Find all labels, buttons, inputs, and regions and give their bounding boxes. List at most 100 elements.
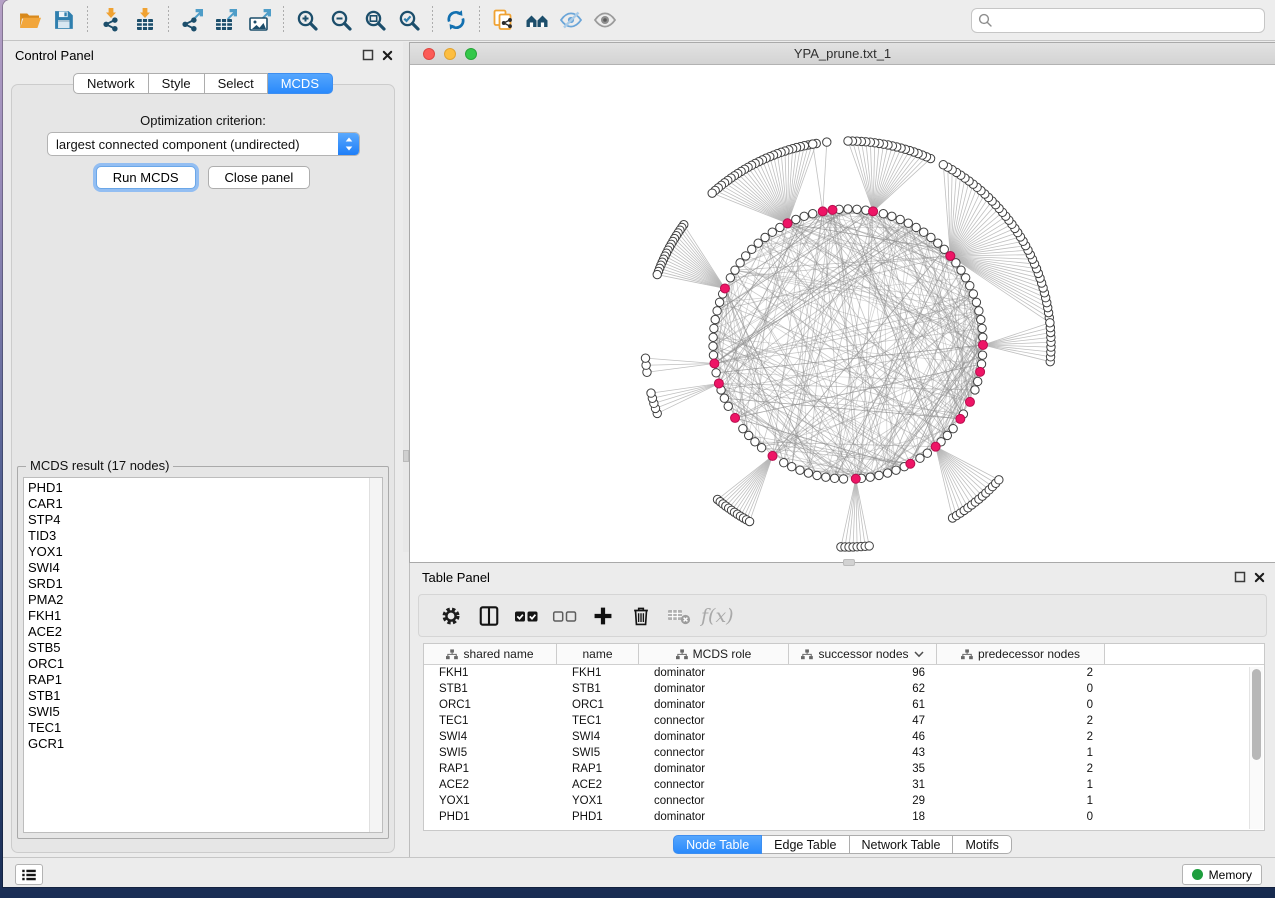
mcds-result-item[interactable]: PMA2 — [24, 592, 368, 608]
mcds-hub-node[interactable] — [956, 414, 965, 423]
ring-node[interactable] — [896, 215, 904, 223]
float-panel-icon[interactable] — [362, 49, 374, 61]
mcds-hub-node[interactable] — [720, 284, 729, 293]
ring-node[interactable] — [709, 342, 717, 350]
mcds-result-item[interactable]: FKH1 — [24, 608, 368, 624]
leaf-node[interactable] — [865, 542, 873, 550]
first-neighbors-button[interactable] — [520, 3, 554, 37]
ring-node[interactable] — [875, 471, 883, 479]
mcds-hub-node[interactable] — [978, 340, 987, 349]
leaf-node[interactable] — [745, 517, 753, 525]
ring-node[interactable] — [709, 333, 717, 341]
ring-node[interactable] — [724, 402, 732, 410]
zoom-selected-button[interactable] — [392, 3, 426, 37]
leaf-node[interactable] — [708, 189, 716, 197]
leaf-node[interactable] — [647, 389, 655, 397]
tab-edge-table[interactable]: Edge Table — [762, 835, 849, 854]
export-table-button[interactable] — [209, 3, 243, 37]
ring-node[interactable] — [892, 466, 900, 474]
ring-node[interactable] — [754, 239, 762, 247]
show-columns-button[interactable] — [473, 600, 505, 632]
mcds-hub-node[interactable] — [965, 397, 974, 406]
ring-node[interactable] — [883, 469, 891, 477]
ring-node[interactable] — [792, 215, 800, 223]
ring-node[interactable] — [715, 298, 723, 306]
deselect-all-button[interactable] — [549, 600, 581, 632]
ring-node[interactable] — [748, 245, 756, 253]
mcds-result-item[interactable]: TID3 — [24, 528, 368, 544]
ring-node[interactable] — [943, 431, 951, 439]
tab-mcds[interactable]: MCDS — [268, 73, 333, 94]
table-row[interactable]: FKH1FKH1dominator962 — [424, 665, 1264, 681]
ring-node[interactable] — [923, 449, 931, 457]
run-mcds-button[interactable]: Run MCDS — [96, 166, 196, 189]
mcds-hub-node[interactable] — [731, 413, 740, 422]
table-row[interactable]: YOX1YOX1connector291 — [424, 793, 1264, 809]
leaf-node[interactable] — [939, 161, 947, 169]
optimization-criterion-select[interactable]: largest connected component (undirected) — [47, 132, 360, 156]
leaf-node[interactable] — [1046, 319, 1054, 327]
table-row[interactable]: RAP1RAP1dominator352 — [424, 761, 1264, 777]
leaf-node[interactable] — [995, 476, 1003, 484]
zoom-in-button[interactable] — [290, 3, 324, 37]
ring-node[interactable] — [822, 473, 830, 481]
mcds-result-item[interactable]: GCR1 — [24, 736, 368, 752]
table-row[interactable]: SWI4SWI4dominator462 — [424, 729, 1264, 745]
mcds-result-item[interactable]: ORC1 — [24, 656, 368, 672]
network-window-titlebar[interactable]: YPA_prune.txt_1 — [410, 43, 1275, 65]
ring-node[interactable] — [879, 209, 887, 217]
mcds-hub-node[interactable] — [818, 207, 827, 216]
float-panel-icon[interactable] — [1234, 571, 1246, 583]
ring-node[interactable] — [830, 474, 838, 482]
mcds-hub-node[interactable] — [906, 459, 915, 468]
leaf-node[interactable] — [653, 270, 661, 278]
table-row[interactable]: PHD1PHD1dominator180 — [424, 809, 1264, 825]
maximize-window-icon[interactable] — [465, 48, 477, 60]
tab-style[interactable]: Style — [149, 73, 205, 94]
ring-node[interactable] — [744, 431, 752, 439]
tab-select[interactable]: Select — [205, 73, 268, 94]
leaf-node[interactable] — [641, 354, 649, 362]
close-panel-button[interactable]: Close panel — [208, 166, 311, 189]
ring-node[interactable] — [972, 298, 980, 306]
mcds-hub-node[interactable] — [768, 451, 777, 460]
mcds-hub-node[interactable] — [946, 251, 955, 260]
ring-node[interactable] — [788, 463, 796, 471]
ring-node[interactable] — [916, 454, 924, 462]
table-row[interactable]: STB1STB1dominator620 — [424, 681, 1264, 697]
ring-node[interactable] — [971, 386, 979, 394]
close-panel-icon[interactable] — [1254, 572, 1265, 583]
mcds-result-item[interactable]: ACE2 — [24, 624, 368, 640]
task-history-button[interactable] — [15, 864, 43, 885]
table-scrollbar-thumb[interactable] — [1252, 669, 1261, 760]
ring-node[interactable] — [768, 228, 776, 236]
column-header-name[interactable]: name — [557, 644, 639, 664]
ring-node[interactable] — [977, 360, 985, 368]
ring-node[interactable] — [804, 469, 812, 477]
select-all-button[interactable] — [511, 600, 543, 632]
search-input[interactable] — [971, 8, 1265, 33]
table-row[interactable]: SWI5SWI5connector431 — [424, 745, 1264, 761]
refresh-button[interactable] — [439, 3, 473, 37]
leaf-node[interactable] — [844, 137, 852, 145]
ring-node[interactable] — [912, 223, 920, 231]
mcds-hub-node[interactable] — [828, 205, 837, 214]
mcds-result-item[interactable]: STB5 — [24, 640, 368, 656]
zoom-out-button[interactable] — [324, 3, 358, 37]
tab-network[interactable]: Network — [73, 73, 149, 94]
network-graph[interactable] — [410, 65, 1275, 562]
ring-node[interactable] — [961, 274, 969, 282]
close-window-icon[interactable] — [423, 48, 435, 60]
close-panel-icon[interactable] — [382, 50, 393, 61]
save-session-button[interactable] — [47, 3, 81, 37]
mcds-hub-node[interactable] — [714, 379, 723, 388]
zoom-fit-button[interactable] — [358, 3, 392, 37]
ring-node[interactable] — [710, 324, 718, 332]
mcds-result-item[interactable]: YOX1 — [24, 544, 368, 560]
delete-column-button[interactable] — [625, 600, 657, 632]
mcds-hub-node[interactable] — [931, 442, 940, 451]
column-header-MCDS-role[interactable]: MCDS role — [639, 644, 789, 664]
ring-node[interactable] — [761, 233, 769, 241]
minimize-window-icon[interactable] — [444, 48, 456, 60]
ring-node[interactable] — [742, 252, 750, 260]
